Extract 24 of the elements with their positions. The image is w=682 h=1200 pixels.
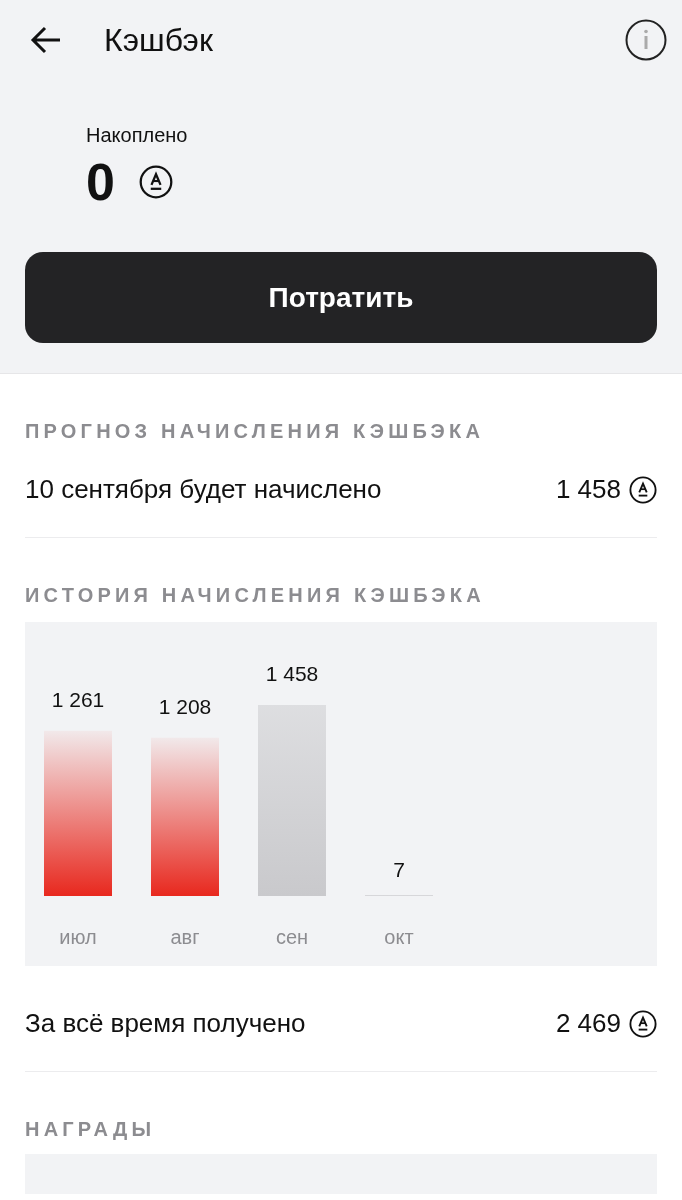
value-label: 1 208 [158, 694, 212, 718]
month-label: окт [384, 926, 414, 948]
row-amount: 1 458 [555, 473, 621, 506]
row-amount: 2 469 [555, 1007, 621, 1040]
section-heading: НАГРАДЫ [25, 1117, 157, 1142]
currency-icon [629, 1009, 657, 1038]
spend-button[interactable]: Потратить [25, 252, 657, 343]
value-label: 1 261 [51, 687, 105, 711]
currency-icon [629, 475, 657, 504]
balance-amount: 0 [86, 156, 115, 208]
back-arrow-icon[interactable] [30, 26, 62, 54]
month-label: июл [59, 926, 97, 948]
month-label: авг [170, 926, 200, 948]
value-label: 1 458 [265, 662, 319, 685]
row-label: 10 сентября будет начислено [25, 473, 382, 506]
balance-label: Накоплено [86, 123, 189, 148]
month-label: сен [275, 926, 309, 948]
value-label: 7 [393, 858, 405, 882]
info-icon[interactable] [625, 19, 667, 61]
currency-icon [138, 165, 173, 199]
row-label: За всё время получено [25, 1007, 306, 1040]
section-heading: ИСТОРИЯ НАЧИСЛЕНИЯ КЭШБЭКА [25, 583, 486, 608]
section-heading: ПРОГНОЗ НАЧИСЛЕНИЯ КЭШБЭКА [25, 419, 486, 444]
page-title: Кэшбэк [104, 21, 213, 60]
